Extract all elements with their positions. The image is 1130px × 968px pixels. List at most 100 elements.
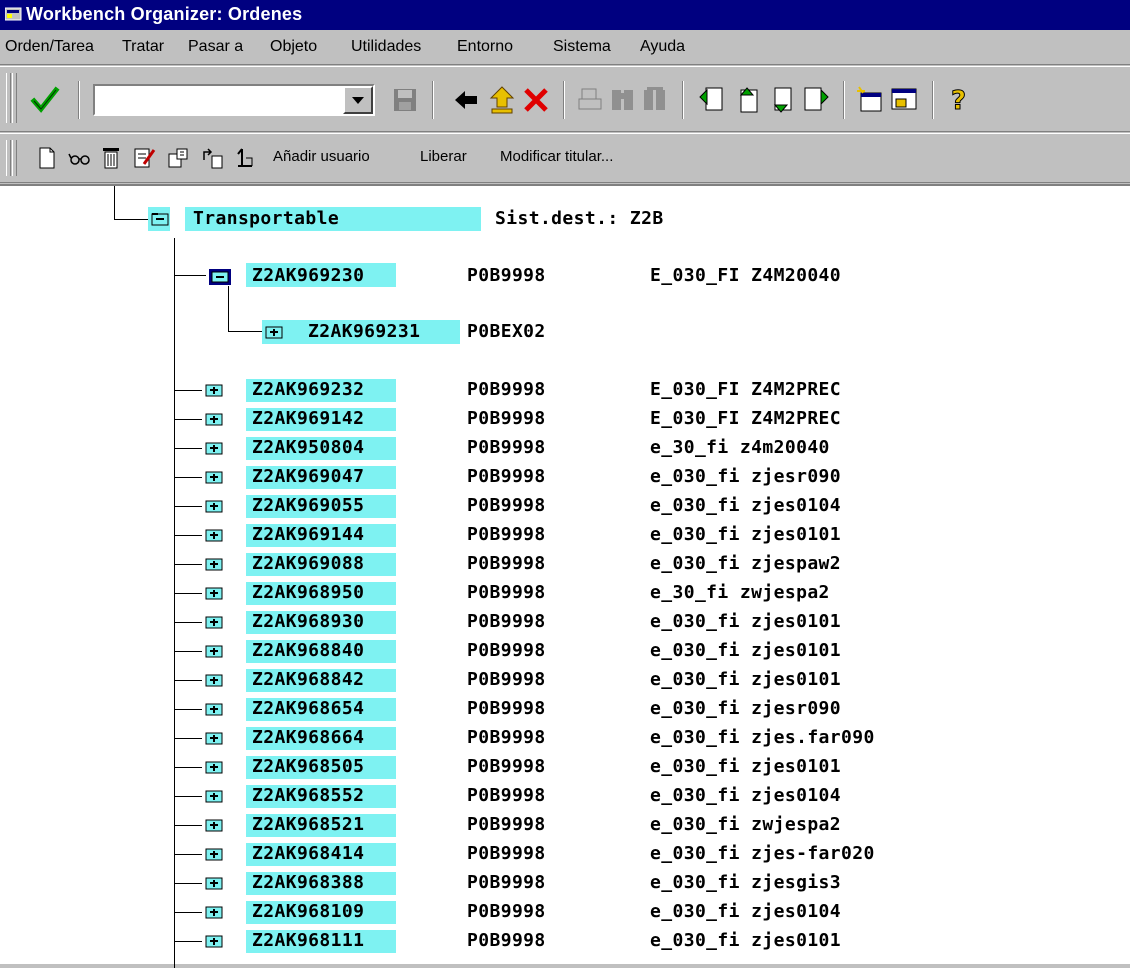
command-field[interactable] <box>93 84 375 116</box>
request-id[interactable]: Z2AK968388 <box>252 872 364 894</box>
add-user-button[interactable]: Añadir usuario <box>273 148 370 165</box>
task-node-icon[interactable] <box>265 325 283 339</box>
table-row[interactable]: Z2AK968552 P0B9998 e_030_fi zjes0104 <box>0 784 1130 813</box>
menu-objeto[interactable]: Objeto <box>270 38 317 56</box>
table-row[interactable]: Z2AK968664 P0B9998 e_030_fi zjes.far090 <box>0 726 1130 755</box>
expand-node-icon[interactable] <box>205 441 223 455</box>
check-icon[interactable] <box>132 146 156 170</box>
request-id[interactable]: Z2AK969088 <box>252 553 364 575</box>
table-row[interactable]: Z2AK968930 P0B9998 e_030_fi zjes0101 <box>0 610 1130 639</box>
back-icon[interactable] <box>452 87 480 113</box>
request-id[interactable]: Z2AK969047 <box>252 466 364 488</box>
expand-node-icon[interactable] <box>205 702 223 716</box>
display-change-icon[interactable] <box>68 146 92 170</box>
table-row[interactable]: Z2AK968109 P0B9998 e_030_fi zjes0104 <box>0 900 1130 929</box>
table-row[interactable]: Z2AK968521 P0B9998 e_030_fi zwjespa2 <box>0 813 1130 842</box>
menu-pasar-a[interactable]: Pasar a <box>188 38 243 56</box>
command-dropdown-button[interactable] <box>343 86 373 114</box>
table-row[interactable]: Z2AK968414 P0B9998 e_030_fi zjes-far020 <box>0 842 1130 871</box>
expand-node-icon[interactable] <box>205 876 223 890</box>
folder-selected-icon[interactable] <box>208 268 232 286</box>
table-row[interactable]: Z2AK950804 P0B9998 e_30_fi z4m20040 <box>0 436 1130 465</box>
table-row[interactable]: Z2AK969232 P0B9998 E_030_FI Z4M2PREC <box>0 378 1130 407</box>
request-id[interactable]: Z2AK968414 <box>252 843 364 865</box>
expand-node-icon[interactable] <box>205 934 223 948</box>
table-row[interactable]: Z2AK968950 P0B9998 e_30_fi zwjespa2 <box>0 581 1130 610</box>
find-next-icon[interactable] <box>641 85 669 115</box>
expand-node-icon[interactable] <box>205 383 223 397</box>
child-task-id[interactable]: Z2AK969231 <box>308 321 420 343</box>
table-row[interactable]: Z2AK968111 P0B9998 e_030_fi zjes0101 <box>0 929 1130 958</box>
table-row[interactable]: Z2AK968505 P0B9998 e_030_fi zjes0101 <box>0 755 1130 784</box>
request-id[interactable]: Z2AK969144 <box>252 524 364 546</box>
expand-node-icon[interactable] <box>205 586 223 600</box>
table-row[interactable]: Z2AK968388 P0B9998 e_030_fi zjesgis3 <box>0 871 1130 900</box>
menu-sistema[interactable]: Sistema <box>553 38 611 56</box>
table-row[interactable]: Z2AK968840 P0B9998 e_030_fi zjes0101 <box>0 639 1130 668</box>
table-row[interactable]: Z2AK969055 P0B9998 e_030_fi zjes0104 <box>0 494 1130 523</box>
change-owner-button[interactable]: Modificar titular... <box>500 148 613 165</box>
menu-utilidades[interactable]: Utilidades <box>351 38 421 56</box>
next-page-icon[interactable] <box>767 85 797 115</box>
cancel-icon[interactable] <box>522 87 550 113</box>
enter-icon[interactable] <box>30 85 62 115</box>
expand-node-icon[interactable] <box>205 818 223 832</box>
expand-node-icon[interactable] <box>205 557 223 571</box>
table-row[interactable]: Z2AK969142 P0B9998 E_030_FI Z4M2PREC <box>0 407 1130 436</box>
menu-tratar[interactable]: Tratar <box>122 38 164 56</box>
expand-node-icon[interactable] <box>205 673 223 687</box>
request-id[interactable]: Z2AK968552 <box>252 785 364 807</box>
table-row[interactable]: Z2AK969144 P0B9998 e_030_fi zjes0101 <box>0 523 1130 552</box>
request-id[interactable]: Z2AK968842 <box>252 669 364 691</box>
expand-node-icon[interactable] <box>205 615 223 629</box>
root-node-label[interactable]: Transportable <box>193 208 339 230</box>
print-icon[interactable] <box>576 85 604 115</box>
expand-node-icon[interactable] <box>205 905 223 919</box>
request-id[interactable]: Z2AK969055 <box>252 495 364 517</box>
expand-node-icon[interactable] <box>205 470 223 484</box>
table-row[interactable]: Z2AK969047 P0B9998 e_030_fi zjesr090 <box>0 465 1130 494</box>
release-button[interactable]: Liberar <box>420 148 467 165</box>
menu-entorno[interactable]: Entorno <box>457 38 513 56</box>
table-row[interactable]: Z2AK969088 P0B9998 e_030_fi zjespaw2 <box>0 552 1130 581</box>
expand-node-icon[interactable] <box>205 731 223 745</box>
create-icon[interactable] <box>36 146 58 170</box>
expand-node-icon[interactable] <box>205 760 223 774</box>
expand-node-icon[interactable] <box>205 789 223 803</box>
expand-node-icon[interactable] <box>205 847 223 861</box>
transfer-icon[interactable] <box>200 146 224 170</box>
request-id[interactable]: Z2AK968930 <box>252 611 364 633</box>
expand-node-icon[interactable] <box>205 528 223 542</box>
protect-icon[interactable] <box>232 146 256 170</box>
new-session-icon[interactable] <box>855 85 885 115</box>
first-page-icon[interactable] <box>697 85 727 115</box>
exit-icon[interactable] <box>488 85 516 115</box>
menu-orden-tarea[interactable]: Orden/Tarea <box>5 38 94 56</box>
expand-node-icon[interactable] <box>205 644 223 658</box>
expanded-request-id[interactable]: Z2AK969230 <box>252 265 364 287</box>
last-page-icon[interactable] <box>801 85 831 115</box>
request-id[interactable]: Z2AK969232 <box>252 379 364 401</box>
request-id[interactable]: Z2AK968654 <box>252 698 364 720</box>
folder-collapse-icon[interactable] <box>151 212 169 226</box>
table-row[interactable]: Z2AK968654 P0B9998 e_030_fi zjesr090 <box>0 697 1130 726</box>
delete-icon[interactable] <box>100 146 122 170</box>
request-id[interactable]: Z2AK950804 <box>252 437 364 459</box>
previous-page-icon[interactable] <box>733 85 763 115</box>
request-id[interactable]: Z2AK968664 <box>252 727 364 749</box>
find-icon[interactable] <box>609 85 637 115</box>
release-directly-icon[interactable] <box>166 146 190 170</box>
save-icon[interactable] <box>392 87 418 113</box>
request-id[interactable]: Z2AK968505 <box>252 756 364 778</box>
shortcut-icon[interactable] <box>889 85 919 115</box>
table-row[interactable]: Z2AK968842 P0B9998 e_030_fi zjes0101 <box>0 668 1130 697</box>
menu-ayuda[interactable]: Ayuda <box>640 38 685 56</box>
request-id[interactable]: Z2AK968521 <box>252 814 364 836</box>
request-id[interactable]: Z2AK968950 <box>252 582 364 604</box>
request-id[interactable]: Z2AK968111 <box>252 930 364 952</box>
request-id[interactable]: Z2AK968840 <box>252 640 364 662</box>
request-id[interactable]: Z2AK969142 <box>252 408 364 430</box>
help-icon[interactable]: ? <box>945 85 973 116</box>
expand-node-icon[interactable] <box>205 499 223 513</box>
expand-node-icon[interactable] <box>205 412 223 426</box>
